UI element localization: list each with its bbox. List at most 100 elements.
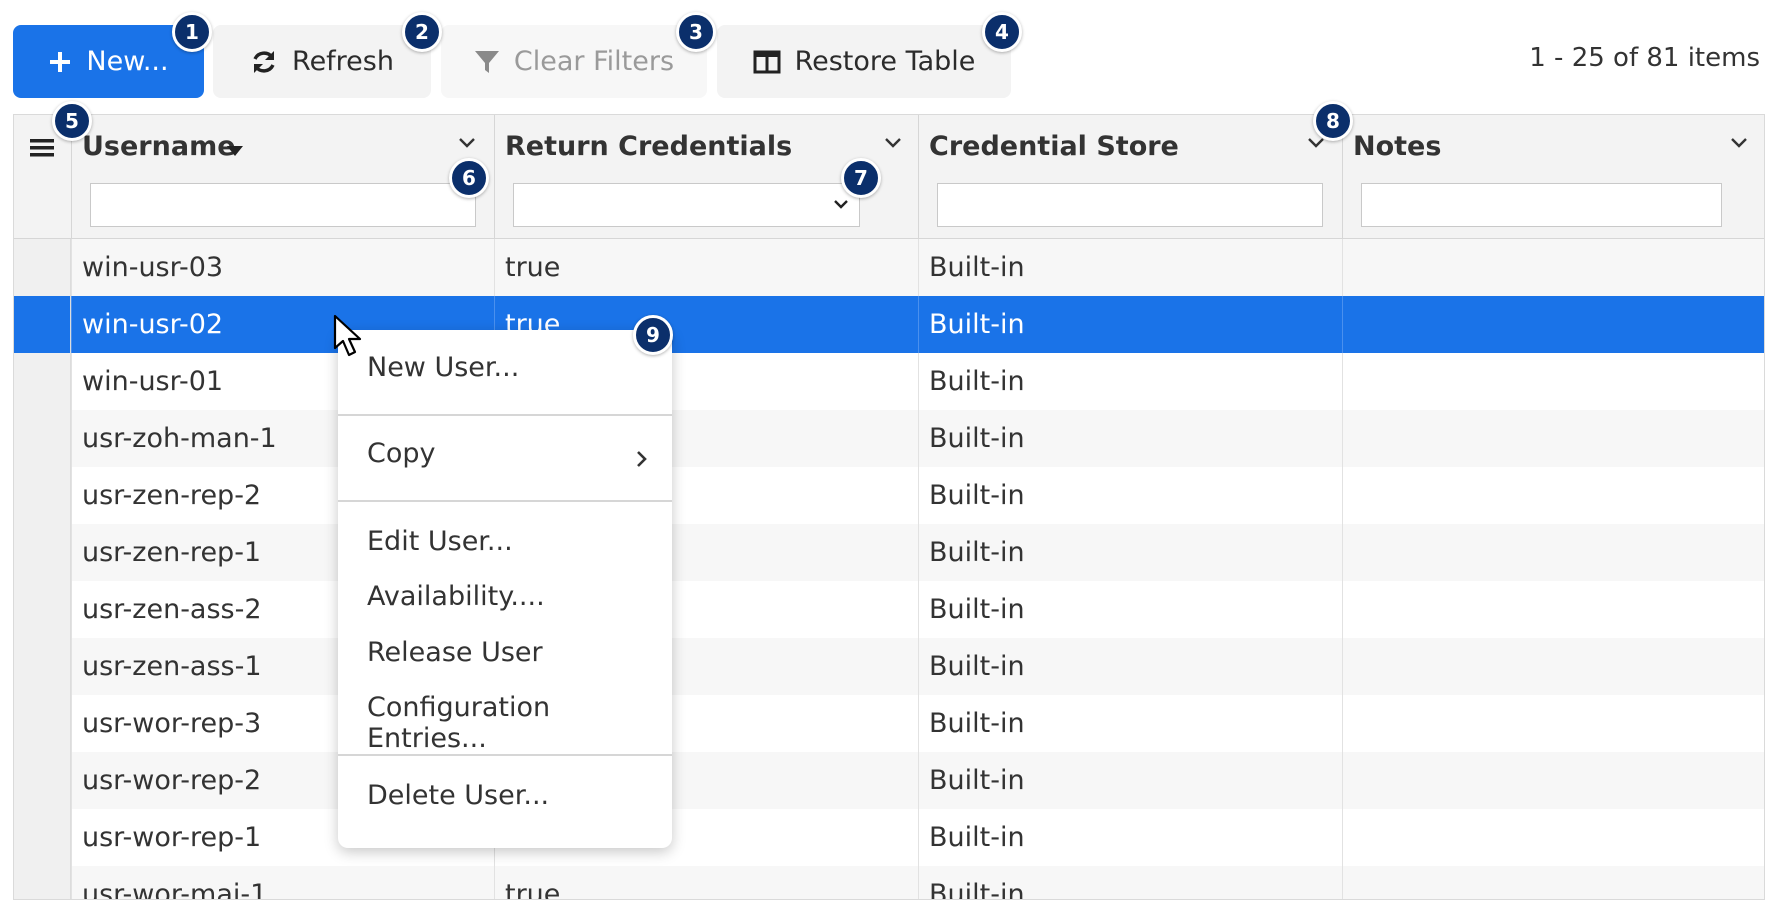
callout-badge: 1 <box>172 12 212 52</box>
notes-cell[interactable] <box>1342 296 1764 353</box>
menu-item-delete-user[interactable]: Delete User... <box>367 780 549 811</box>
table-row[interactable]: usr-zen-rep-2 Built-in <box>14 467 1764 524</box>
column-title-username: Username <box>82 131 236 162</box>
table-row[interactable]: usr-zen-rep-1 Built-in <box>14 524 1764 581</box>
row-header[interactable] <box>14 296 71 353</box>
column-header-notes[interactable]: Notes <box>1342 115 1764 238</box>
credential-store-cell[interactable]: Built-in <box>918 296 1342 353</box>
column-header-credential-store[interactable]: Credential Store <box>918 115 1342 238</box>
column-title-notes: Notes <box>1353 131 1442 162</box>
notes-cell[interactable] <box>1342 239 1764 296</box>
row-header[interactable] <box>14 866 71 899</box>
menu-divider <box>338 414 672 416</box>
chevron-right-icon <box>637 451 647 467</box>
row-header[interactable] <box>14 524 71 581</box>
chevron-down-icon[interactable] <box>1730 137 1748 149</box>
menu-divider <box>338 500 672 502</box>
refresh-button[interactable]: Refresh <box>213 25 431 98</box>
credential-store-cell[interactable]: Built-in <box>918 866 1342 899</box>
chevron-down-icon[interactable] <box>1307 137 1325 149</box>
notes-cell[interactable] <box>1342 467 1764 524</box>
credential-store-cell[interactable]: Built-in <box>918 695 1342 752</box>
table-row-selected[interactable]: win-usr-02 true Built-in <box>14 296 1764 353</box>
column-title-credential-store: Credential Store <box>929 131 1179 162</box>
notes-cell[interactable] <box>1342 524 1764 581</box>
credential-store-cell[interactable]: Built-in <box>918 809 1342 866</box>
notes-cell[interactable] <box>1342 809 1764 866</box>
clear-filters-label: Clear Filters <box>513 46 675 77</box>
table-row[interactable]: usr-zen-ass-2 Built-in <box>14 581 1764 638</box>
menu-item-edit-user[interactable]: Edit User... <box>367 526 513 557</box>
table-row[interactable]: usr-wor-rep-3 Built-in <box>14 695 1764 752</box>
row-header[interactable] <box>14 809 71 866</box>
row-header[interactable] <box>14 410 71 467</box>
callout-badge: 2 <box>402 12 442 52</box>
credential-store-cell[interactable]: Built-in <box>918 467 1342 524</box>
table-row[interactable]: usr-zoh-man-1 Built-in <box>14 410 1764 467</box>
restore-table-button[interactable]: Restore Table <box>717 25 1011 98</box>
table-row[interactable]: usr-zen-ass-1 Built-in <box>14 638 1764 695</box>
username-cell[interactable]: win-usr-03 <box>71 239 494 296</box>
row-header[interactable] <box>14 353 71 410</box>
menu-item-new-user[interactable]: New User... <box>367 352 519 383</box>
grid-body: win-usr-03 true Built-in win-usr-02 true… <box>14 239 1764 899</box>
restore-table-label: Restore Table <box>794 46 976 77</box>
table-row[interactable]: win-usr-03 true Built-in <box>14 239 1764 296</box>
credential-store-filter-input[interactable] <box>937 183 1323 227</box>
row-header[interactable] <box>14 581 71 638</box>
table-row[interactable]: usr-wor-rep-2 Built-in <box>14 752 1764 809</box>
notes-cell[interactable] <box>1342 581 1764 638</box>
notes-cell[interactable] <box>1342 638 1764 695</box>
callout-badge: 9 <box>633 315 673 355</box>
callout-badge: 5 <box>52 101 92 141</box>
plus-icon <box>50 51 71 72</box>
row-header[interactable] <box>14 239 71 296</box>
username-cell[interactable]: usr-wor-mai-1 <box>71 866 494 899</box>
notes-cell[interactable] <box>1342 695 1764 752</box>
row-header[interactable] <box>14 638 71 695</box>
table-row[interactable]: win-usr-01 Built-in <box>14 353 1764 410</box>
credential-store-cell[interactable]: Built-in <box>918 752 1342 809</box>
menu-item-configuration-entries[interactable]: Configuration Entries... <box>367 692 672 754</box>
return-credentials-cell[interactable]: true <box>494 866 918 899</box>
column-title-return-credentials: Return Credentials <box>505 131 793 162</box>
credential-store-cell[interactable]: Built-in <box>918 638 1342 695</box>
menu-item-release-user[interactable]: Release User <box>367 637 543 668</box>
table-row[interactable]: usr-wor-rep-1 Built-in <box>14 809 1764 866</box>
row-header[interactable] <box>14 695 71 752</box>
return-credentials-filter-select[interactable] <box>513 183 860 227</box>
notes-cell[interactable] <box>1342 353 1764 410</box>
credential-store-cell[interactable]: Built-in <box>918 353 1342 410</box>
notes-cell[interactable] <box>1342 410 1764 467</box>
chevron-down-icon[interactable] <box>458 137 476 149</box>
pagination-count: 1 - 25 of 81 items <box>1529 43 1760 73</box>
table-row[interactable]: usr-wor-mai-1 true Built-in <box>14 866 1764 899</box>
column-header-username[interactable]: Username <box>71 115 494 238</box>
refresh-button-label: Refresh <box>292 46 394 77</box>
chevron-down-icon <box>834 200 848 209</box>
new-button-label: New... <box>86 46 169 77</box>
menu-item-copy[interactable]: Copy <box>367 438 436 469</box>
hamburger-menu-icon[interactable] <box>29 137 55 159</box>
credential-store-cell[interactable]: Built-in <box>918 410 1342 467</box>
row-context-menu: New User... Copy Edit User... Availabili… <box>338 330 672 848</box>
notes-cell[interactable] <box>1342 752 1764 809</box>
credential-store-cell[interactable]: Built-in <box>918 239 1342 296</box>
mouse-cursor-icon <box>333 314 362 357</box>
refresh-icon <box>253 50 275 73</box>
row-header[interactable] <box>14 752 71 809</box>
notes-cell[interactable] <box>1342 866 1764 899</box>
row-header[interactable] <box>14 467 71 524</box>
username-filter-input[interactable] <box>90 183 476 227</box>
callout-badge: 7 <box>841 158 881 198</box>
notes-filter-input[interactable] <box>1361 183 1722 227</box>
credential-store-cell[interactable]: Built-in <box>918 581 1342 638</box>
chevron-down-icon[interactable] <box>884 137 902 149</box>
filter-icon <box>474 50 499 73</box>
credential-store-cell[interactable]: Built-in <box>918 524 1342 581</box>
sort-desc-icon[interactable] <box>226 145 244 157</box>
return-credentials-cell[interactable]: true <box>494 239 918 296</box>
clear-filters-button[interactable]: Clear Filters <box>441 25 707 98</box>
menu-item-availability[interactable]: Availability.... <box>367 581 545 612</box>
callout-badge: 6 <box>449 158 489 198</box>
